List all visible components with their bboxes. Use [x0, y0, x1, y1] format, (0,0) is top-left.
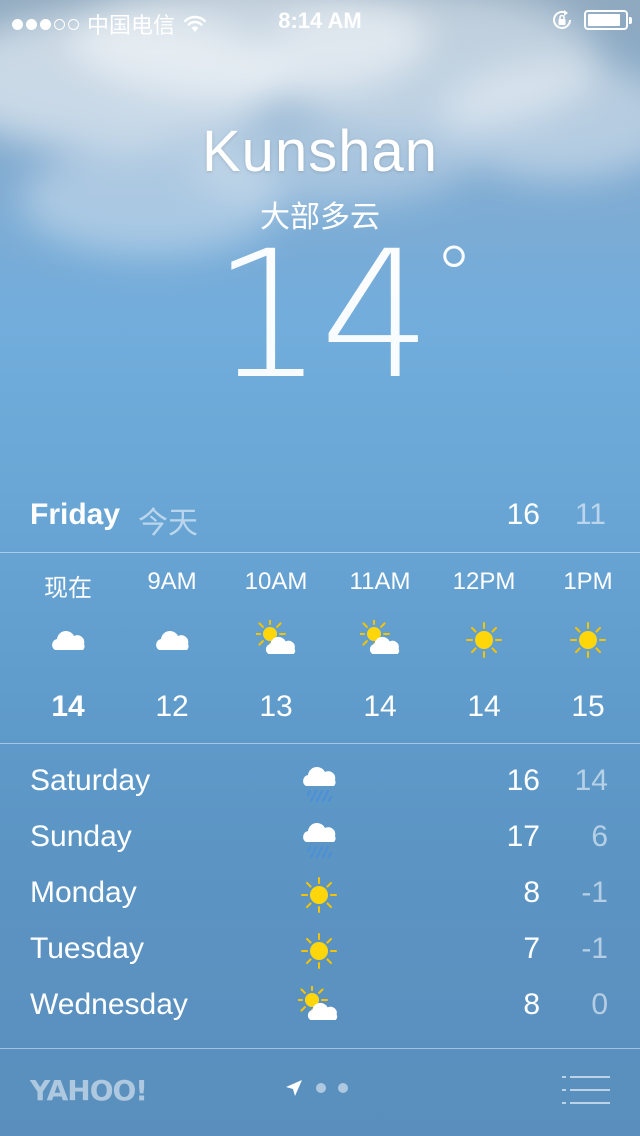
hour-label: 10AM: [244, 568, 308, 595]
rain-cloud-icon: [303, 823, 336, 858]
hour-weather-icon: [48, 620, 88, 660]
daily-row: Saturday 16 14: [0, 756, 640, 812]
page-dot[interactable]: [338, 1083, 348, 1093]
degree-symbol: °: [433, 229, 474, 322]
yahoo-logo[interactable]: YAHOO!: [30, 1074, 148, 1107]
sun-icon: [570, 622, 606, 658]
battery-fill: [588, 14, 620, 26]
day-name: Monday: [30, 876, 137, 909]
hour-temperature: 12: [155, 690, 189, 723]
hour-label: 11AM: [349, 568, 411, 595]
rotation-lock-icon: [553, 10, 571, 29]
cloud-icon: [156, 631, 189, 650]
hour-weather-icon: [358, 618, 400, 660]
day-low: -1: [581, 932, 608, 965]
divider-middle: [0, 743, 640, 744]
status-right: [550, 8, 632, 32]
day-weather-icon: [296, 984, 340, 1028]
daily-row: Monday 8 -1: [0, 868, 640, 924]
sun-icon: [301, 933, 337, 969]
day-high: 16: [506, 764, 540, 797]
today-summary: Friday 今天 16 11: [0, 494, 640, 544]
hour-label: 9AM: [147, 568, 197, 595]
rain-cloud-icon: [303, 767, 336, 802]
divider-bottom: [0, 1048, 640, 1049]
hour-weather-icon: [254, 618, 296, 660]
hourly-forecast[interactable]: 现在 14 9AM 12 10AM 13 11AM 14 12PM 14 1PM 15: [0, 554, 640, 742]
sun-icon: [301, 877, 337, 913]
location-arrow-icon: [286, 1080, 302, 1096]
sun-icon: [466, 622, 502, 658]
day-name: Sunday: [30, 820, 132, 853]
partly-sunny-icon: [296, 984, 338, 1020]
today-label: 今天: [138, 506, 198, 541]
page-dot[interactable]: [316, 1083, 326, 1093]
hour-temperature: 13: [259, 690, 293, 723]
day-low: 0: [591, 988, 608, 1021]
today-high: 16: [506, 498, 540, 531]
day-weather-icon: [298, 762, 340, 804]
day-high: 8: [523, 988, 540, 1021]
city-name: Kunshan: [202, 119, 438, 184]
hour-weather-icon: [464, 620, 504, 660]
divider-top: [0, 552, 640, 553]
day-low: 14: [574, 764, 608, 797]
day-weather-icon: [298, 818, 340, 860]
hour-weather-icon: [568, 620, 608, 660]
page-dots: [316, 1083, 348, 1093]
day-name: Tuesday: [30, 932, 144, 965]
hour-label: 12PM: [452, 568, 516, 595]
footer: YAHOO!: [0, 1050, 640, 1136]
day-name: Wednesday: [30, 988, 188, 1021]
cloud-icon: [52, 631, 85, 650]
hour-weather-icon: [152, 620, 192, 660]
day-weather-icon: [298, 930, 340, 972]
daily-forecast[interactable]: Saturday 16 14 Sunday 17 6 Monday 8 -1 Tuesday 7 -1…: [0, 756, 640, 1036]
daily-row: Sunday 17 6: [0, 812, 640, 868]
daily-row: Wednesday 8 0: [0, 980, 640, 1036]
page-indicator[interactable]: [284, 1078, 348, 1098]
hour-label: 1PM: [563, 568, 613, 595]
hour-temperature: 14: [467, 690, 501, 723]
day-high: 7: [523, 932, 540, 965]
day-high: 17: [506, 820, 540, 853]
day-low: 6: [591, 820, 608, 853]
hour-label: 现在: [44, 574, 92, 602]
current-temperature: 14 °: [0, 228, 640, 404]
day-high: 8: [523, 876, 540, 909]
status-bar: 中国电信 8:14 AM: [0, 0, 640, 40]
status-time: 8:14 AM: [278, 8, 362, 33]
battery-icon: [584, 10, 632, 30]
partly-sunny-icon: [358, 618, 400, 654]
hour-temperature: 14: [51, 690, 85, 723]
day-low: -1: [581, 876, 608, 909]
day-weather-icon: [298, 874, 340, 916]
hour-temperature: 14: [363, 690, 397, 723]
day-name: Saturday: [30, 764, 151, 797]
list-icon[interactable]: [562, 1074, 610, 1106]
daily-row: Tuesday 7 -1: [0, 924, 640, 980]
today-day: Friday: [30, 498, 121, 531]
current-temperature-value: 14: [212, 213, 432, 418]
today-low: 11: [574, 498, 606, 531]
hour-temperature: 15: [571, 690, 605, 723]
partly-sunny-icon: [254, 618, 296, 654]
